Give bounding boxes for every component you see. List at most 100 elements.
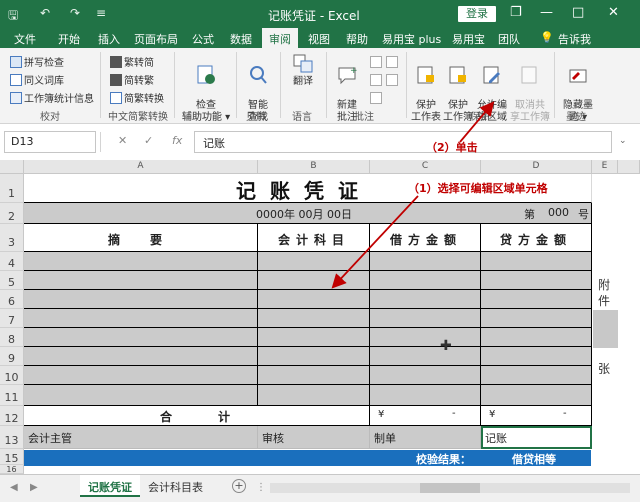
sheet-tab-accounts[interactable]: 会计科目表	[140, 475, 211, 497]
entry-cell[interactable]	[258, 309, 370, 328]
entry-cell[interactable]	[24, 271, 258, 290]
row-header[interactable]: 13	[0, 426, 24, 449]
translate-button[interactable]: 翻译	[286, 52, 320, 88]
show-all-comments-icon[interactable]	[370, 92, 382, 104]
name-box[interactable]: D13	[4, 131, 96, 153]
expand-formula-icon[interactable]: ⌄	[619, 136, 627, 146]
undo-icon[interactable]: ↶	[40, 6, 50, 20]
entry-cell[interactable]	[24, 290, 258, 309]
entry-cell[interactable]	[481, 328, 592, 347]
row-header[interactable]: 11	[0, 385, 24, 406]
tab-insert[interactable]: 插入	[98, 31, 120, 47]
column-header-e[interactable]: E	[592, 160, 618, 174]
trad-to-simple-button[interactable]: 繁转简	[110, 54, 154, 69]
tell-me-search[interactable]: 告诉我	[558, 31, 591, 47]
tab-yiyongbao[interactable]: 易用宝	[452, 31, 485, 47]
column-header-d[interactable]: D	[481, 160, 592, 174]
maximize-button[interactable]: □	[572, 5, 584, 20]
row-header[interactable]: 4	[0, 252, 24, 271]
tab-yiyongbao-plus[interactable]: 易用宝 plus	[382, 31, 441, 47]
tab-review[interactable]: 审阅	[262, 28, 298, 48]
minimize-button[interactable]: —	[540, 5, 553, 20]
protect-sheet-button[interactable]: 保护 工作表	[410, 52, 442, 124]
save-icon[interactable]: 🖫	[8, 6, 18, 27]
entry-cell[interactable]	[370, 328, 481, 347]
column-header-c[interactable]: C	[370, 160, 481, 174]
convert-button[interactable]: 简繁转换	[110, 90, 164, 105]
tab-team[interactable]: 团队	[498, 31, 520, 47]
next-comment-icon[interactable]	[370, 74, 382, 86]
row-header[interactable]: 16	[0, 465, 24, 474]
tab-home[interactable]: 开始	[58, 31, 80, 47]
row-header[interactable]: 10	[0, 366, 24, 385]
insert-function-icon[interactable]: fx	[172, 134, 182, 147]
entry-cell[interactable]	[258, 271, 370, 290]
cancel-icon[interactable]: ✕	[118, 134, 127, 147]
entry-cell[interactable]	[24, 252, 258, 271]
tab-page-layout[interactable]: 页面布局	[134, 31, 178, 47]
entry-cell[interactable]	[24, 385, 258, 406]
next-sheet-icon[interactable]: ▶	[30, 482, 38, 493]
unshare-workbook-button[interactable]: 取消共 享工作簿	[510, 52, 550, 124]
tab-file[interactable]: 文件	[14, 31, 36, 47]
thesaurus-button[interactable]: 同义词库	[10, 72, 64, 87]
horizontal-scrollbar[interactable]	[270, 483, 630, 493]
tab-formulas[interactable]: 公式	[192, 31, 214, 47]
debit-total-cell[interactable]	[370, 406, 481, 426]
entry-cell[interactable]	[258, 366, 370, 385]
entry-cell[interactable]	[370, 347, 481, 366]
login-button[interactable]: 登录	[458, 6, 496, 22]
horizontal-scroll-thumb[interactable]	[420, 483, 480, 493]
entry-cell[interactable]	[370, 290, 481, 309]
entry-cell[interactable]	[258, 347, 370, 366]
previous-sheet-icon[interactable]: ◀	[10, 482, 18, 493]
formula-input[interactable]: 记账	[194, 131, 612, 153]
select-all-corner[interactable]	[0, 160, 24, 174]
entry-cell[interactable]	[24, 366, 258, 385]
row-header[interactable]: 3	[0, 224, 24, 252]
row-header[interactable]: 2	[0, 203, 24, 224]
entry-cell[interactable]	[258, 328, 370, 347]
entry-cell[interactable]	[481, 385, 592, 406]
entry-cell[interactable]	[370, 366, 481, 385]
entry-cell[interactable]	[24, 309, 258, 328]
workbook-stats-button[interactable]: 工作簿统计信息	[10, 90, 94, 105]
row-header[interactable]: 9	[0, 347, 24, 366]
entry-cell[interactable]	[481, 347, 592, 366]
attach-count-cell[interactable]	[593, 310, 618, 348]
tab-help[interactable]: 帮助	[346, 31, 368, 47]
entry-cell[interactable]	[481, 290, 592, 309]
row-header[interactable]: 6	[0, 290, 24, 309]
entry-cell[interactable]	[481, 366, 592, 385]
entry-cell[interactable]	[258, 385, 370, 406]
column-header-b[interactable]: B	[258, 160, 370, 174]
row-header[interactable]: 8	[0, 328, 24, 347]
row-header[interactable]: 7	[0, 309, 24, 328]
add-sheet-button[interactable]: +	[232, 479, 246, 493]
row-header[interactable]: 15	[0, 449, 24, 465]
credit-total-cell[interactable]	[481, 406, 592, 426]
entry-cell[interactable]	[481, 309, 592, 328]
close-button[interactable]: ✕	[608, 5, 619, 20]
delete-comment-icon[interactable]	[370, 56, 382, 68]
entry-cell[interactable]	[370, 385, 481, 406]
entry-cell[interactable]	[258, 252, 370, 271]
row-header[interactable]: 12	[0, 406, 24, 426]
entry-cell[interactable]	[370, 252, 481, 271]
tab-data[interactable]: 数据	[230, 31, 252, 47]
ribbon-display-icon[interactable]: ❐	[510, 5, 522, 20]
entry-cell[interactable]	[370, 309, 481, 328]
previous-comment-icon[interactable]	[386, 56, 398, 68]
enter-icon[interactable]: ✓	[144, 134, 153, 147]
entry-cell[interactable]	[258, 290, 370, 309]
column-header-a[interactable]: A	[24, 160, 258, 174]
redo-icon[interactable]: ↷	[70, 6, 80, 20]
entry-cell[interactable]	[370, 271, 481, 290]
tab-view[interactable]: 视图	[308, 31, 330, 47]
column-header-f[interactable]	[618, 160, 640, 174]
sheet-tab-voucher[interactable]: 记账凭证	[80, 475, 140, 497]
show-comment-icon[interactable]	[386, 74, 398, 86]
customize-quick-access-icon[interactable]: ≡	[96, 6, 106, 20]
entry-cell[interactable]	[481, 252, 592, 271]
row-header[interactable]: 1	[0, 174, 24, 203]
